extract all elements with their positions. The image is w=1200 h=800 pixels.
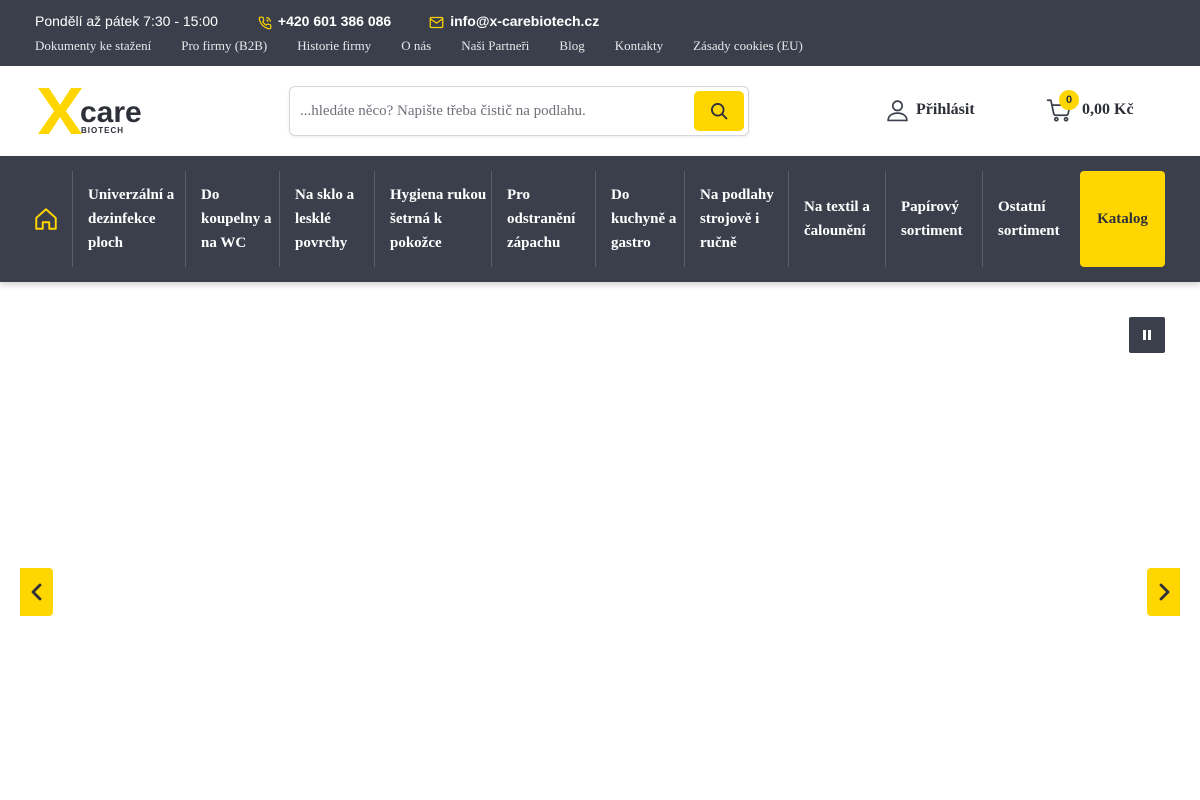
login-button[interactable]: Přihlásit bbox=[885, 95, 975, 125]
phone-contact[interactable]: +420 601 386 086 bbox=[258, 13, 391, 30]
site-header: care BIOTECH Přihlásit 0 0,00 Kč bbox=[0, 66, 1200, 156]
cart-total: 0,00 Kč bbox=[1082, 101, 1134, 118]
category-label: Univerzální a dezinfekce ploch bbox=[88, 187, 175, 251]
svg-text:care: care bbox=[80, 96, 142, 129]
category-label: Na textil a čalounění bbox=[804, 199, 870, 239]
category-hand-hygiene[interactable]: Hygiena rukou šetrná k pokožce bbox=[374, 171, 491, 267]
category-kitchen[interactable]: Do kuchyně a gastro bbox=[595, 171, 684, 267]
top-bar: Pondělí až pátek 7:30 - 15:00 +420 601 3… bbox=[0, 0, 1200, 66]
link-blog[interactable]: Blog bbox=[559, 38, 584, 54]
search-button[interactable] bbox=[694, 91, 744, 131]
category-universal[interactable]: Univerzální a dezinfekce ploch bbox=[72, 171, 185, 267]
category-label: Na podlahy strojově i ručně bbox=[700, 187, 774, 251]
search-icon bbox=[711, 103, 728, 120]
utility-links: Dokumenty ke stažení Pro firmy (B2B) His… bbox=[35, 37, 833, 55]
cart-button[interactable]: 0 0,00 Kč bbox=[1046, 90, 1134, 125]
link-partners[interactable]: Naši Partneři bbox=[461, 38, 529, 54]
chevron-right-icon bbox=[1159, 583, 1169, 601]
category-odor[interactable]: Pro odstranění zápachu bbox=[491, 171, 595, 267]
category-label: Do kuchyně a gastro bbox=[611, 187, 677, 251]
category-label: Do koupelny a na WC bbox=[201, 187, 272, 251]
mail-icon bbox=[429, 16, 444, 29]
phone-icon bbox=[258, 16, 272, 29]
category-other[interactable]: Ostatní sortiment bbox=[982, 171, 1072, 267]
phone-number: +420 601 386 086 bbox=[277, 13, 392, 29]
pause-icon bbox=[1143, 330, 1151, 340]
category-nav: Univerzální a dezinfekce ploch Do koupel… bbox=[0, 156, 1200, 282]
catalog-button[interactable]: Katalog bbox=[1080, 171, 1165, 267]
search-input[interactable] bbox=[300, 95, 690, 127]
category-label: Ostatní sortiment bbox=[998, 199, 1060, 239]
home-icon bbox=[35, 208, 57, 230]
link-about[interactable]: O nás bbox=[401, 38, 431, 54]
home-button[interactable] bbox=[33, 206, 59, 232]
svg-text:BIOTECH: BIOTECH bbox=[81, 126, 124, 135]
user-icon bbox=[887, 99, 908, 121]
category-floors[interactable]: Na podlahy strojově i ručně bbox=[684, 171, 788, 267]
category-label: Na sklo a lesklé povrchy bbox=[295, 187, 355, 251]
link-documents[interactable]: Dokumenty ke stažení bbox=[35, 38, 151, 54]
link-b2b[interactable]: Pro firmy (B2B) bbox=[181, 38, 267, 54]
link-history[interactable]: Historie firmy bbox=[297, 38, 371, 54]
category-label: Pro odstranění zápachu bbox=[507, 187, 576, 251]
category-glass[interactable]: Na sklo a lesklé povrchy bbox=[279, 171, 374, 267]
slider-pause-button[interactable] bbox=[1129, 317, 1165, 353]
link-cookies[interactable]: Zásady cookies (EU) bbox=[693, 38, 803, 54]
chevron-left-icon bbox=[31, 583, 41, 601]
email-contact[interactable]: info@x-carebiotech.cz bbox=[429, 13, 599, 29]
category-label: Hygiena rukou šetrná k pokožce bbox=[390, 187, 487, 251]
category-textile[interactable]: Na textil a čalounění bbox=[788, 171, 885, 267]
logo[interactable]: care BIOTECH bbox=[37, 86, 152, 136]
slider-prev-button[interactable] bbox=[20, 568, 53, 616]
email-address: info@x-carebiotech.cz bbox=[450, 13, 600, 29]
cart-count-badge: 0 bbox=[1059, 90, 1079, 110]
logo-mark: care BIOTECH bbox=[38, 88, 142, 135]
category-paper[interactable]: Papírový sortiment bbox=[885, 171, 982, 267]
login-label: Přihlásit bbox=[916, 101, 975, 118]
search-box bbox=[289, 86, 749, 136]
contact-line: Pondělí až pátek 7:30 - 15:00 +420 601 3… bbox=[35, 12, 637, 30]
slider-next-button[interactable] bbox=[1147, 568, 1180, 616]
category-bathroom[interactable]: Do koupelny a na WC bbox=[185, 171, 279, 267]
opening-hours: Pondělí až pátek 7:30 - 15:00 bbox=[35, 13, 218, 29]
link-contacts[interactable]: Kontakty bbox=[615, 38, 663, 54]
category-label: Papírový sortiment bbox=[901, 199, 963, 239]
